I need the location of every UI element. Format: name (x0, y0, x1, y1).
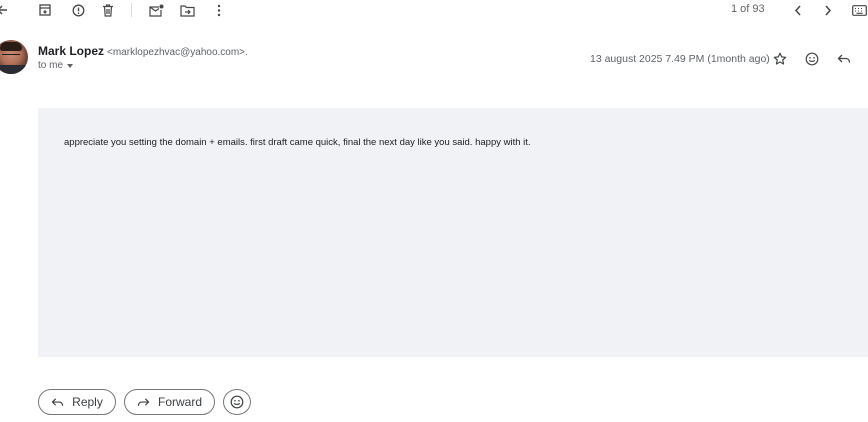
recipient-label: to me (38, 60, 64, 71)
back-arrow-icon[interactable] (0, 0, 10, 20)
reply-label: Reply (72, 395, 103, 409)
forward-label: Forward (157, 395, 202, 409)
avatar-glasses (2, 54, 20, 59)
toolbar: 1 of 93 (0, 0, 868, 22)
message-date: 13 august 2025 7.49 PM (1month ago) (590, 53, 770, 65)
report-spam-icon[interactable] (70, 0, 86, 20)
emoji-reaction-icon[interactable] (802, 49, 822, 69)
reply-button[interactable]: Reply (38, 389, 116, 415)
email-view: 1 of 93 Mark Lopez <marklopezhvac@yahoo.c… (0, 0, 868, 422)
emoji-react-button[interactable] (223, 389, 251, 415)
sender-name[interactable]: Mark Lopez (38, 44, 104, 58)
star-icon[interactable] (770, 49, 790, 69)
more-options-icon[interactable] (212, 0, 226, 20)
message-text: appreciate you setting the domain + emai… (64, 137, 531, 148)
sender-email: <marklopezhvac@yahoo.com>. (107, 47, 248, 58)
forward-arrow-icon (137, 397, 150, 406)
keyboard-icon[interactable] (850, 0, 868, 20)
forward-button[interactable]: Forward (124, 389, 215, 415)
recipient-details[interactable]: to me (38, 60, 74, 71)
caret-down-icon[interactable] (67, 63, 74, 68)
mark-unread-icon[interactable] (147, 0, 165, 20)
message-body: appreciate you setting the domain + emai… (38, 108, 868, 357)
toolbar-divider (131, 3, 132, 17)
reply-icon[interactable] (834, 49, 854, 69)
pagination-count: 1 of 93 (731, 3, 765, 15)
sender-line: Mark Lopez <marklopezhvac@yahoo.com>. (38, 44, 248, 58)
avatar-shirt (0, 65, 28, 74)
avatar-hair (0, 42, 22, 51)
smiley-icon (230, 395, 244, 409)
delete-icon[interactable] (100, 0, 116, 20)
newer-chevron-icon[interactable] (790, 0, 806, 20)
reply-arrow-icon (51, 397, 64, 406)
avatar[interactable] (0, 40, 28, 74)
older-chevron-icon[interactable] (820, 0, 836, 20)
move-to-icon[interactable] (178, 0, 196, 20)
archive-icon[interactable] (37, 0, 53, 20)
